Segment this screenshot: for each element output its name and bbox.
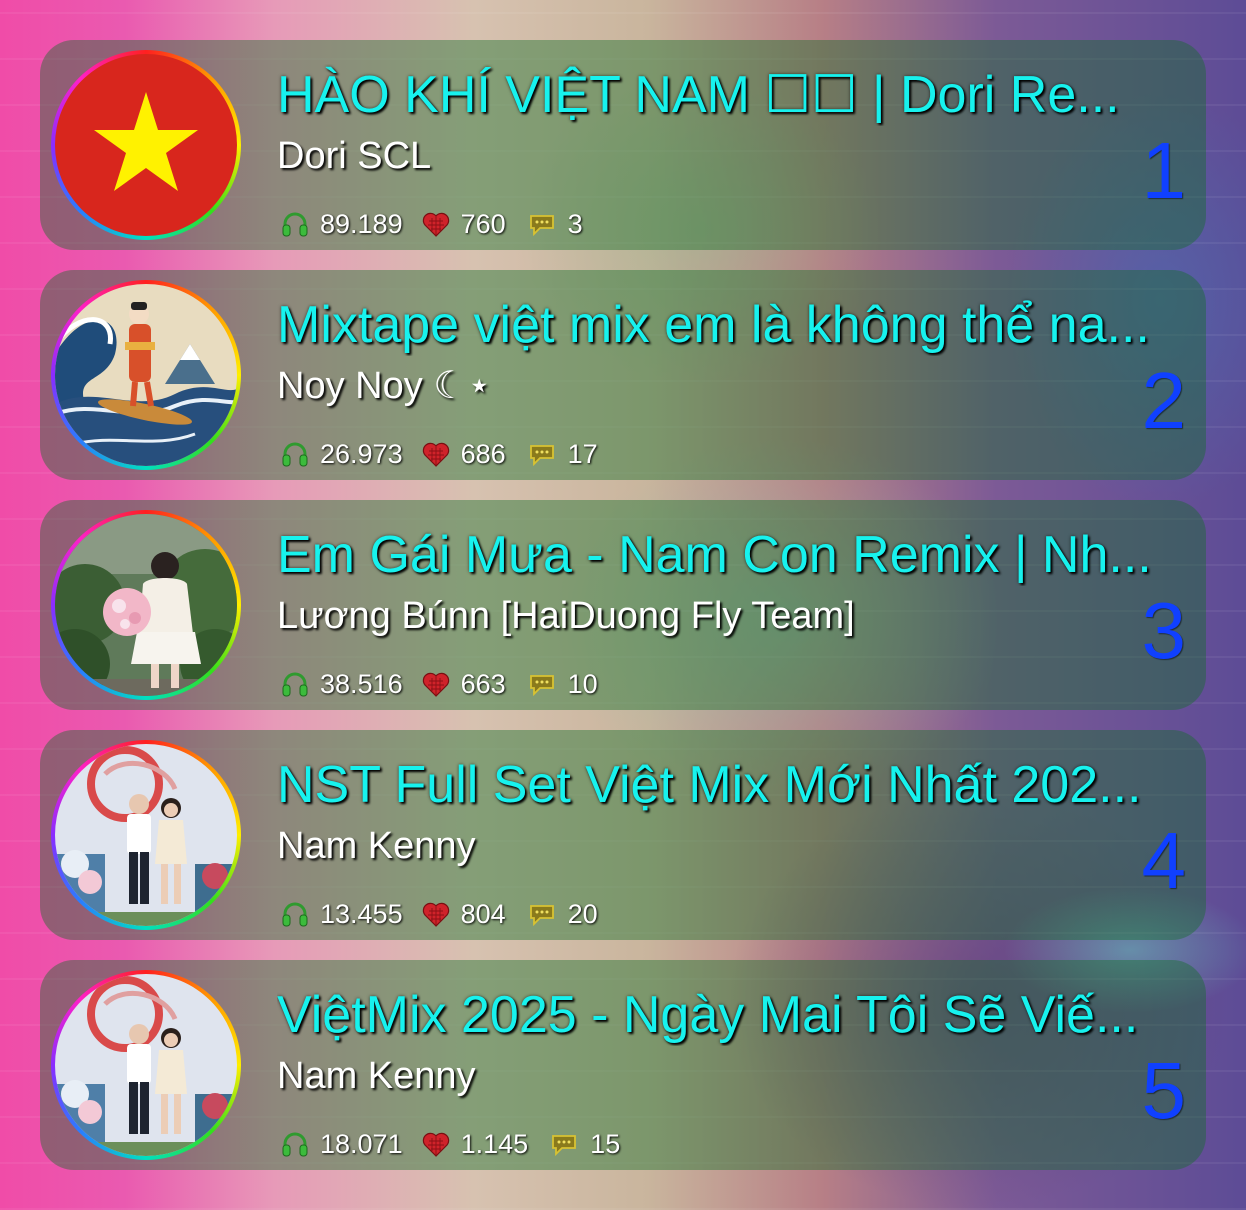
speech-bubble-icon [529, 445, 554, 467]
avatar-ring [51, 510, 241, 700]
heart-icon [422, 442, 449, 467]
speech-bubble-icon [529, 675, 554, 697]
comments-stat[interactable]: 10 [528, 669, 598, 700]
track-artist[interactable]: Noy Noy ☾⋆ [277, 364, 491, 408]
comments-count: 17 [567, 438, 598, 469]
comments-stat[interactable]: 17 [528, 439, 598, 470]
plays-stat: 89.189 [280, 209, 403, 240]
track-artist[interactable]: Nam Kenny [277, 1054, 476, 1098]
girl-with-bouquet-image [55, 514, 237, 696]
plays-count: 18.071 [320, 1128, 403, 1159]
heart-icon [422, 672, 449, 697]
speech-bubble-icon [529, 215, 554, 237]
headphones-icon [282, 1132, 308, 1157]
heart-icon [422, 212, 449, 237]
track-rank: 1 [1141, 126, 1187, 215]
likes-stat[interactable]: 804 [421, 899, 506, 930]
speech-bubble-icon [529, 905, 554, 927]
plays-count: 38.516 [320, 668, 403, 699]
track-artist[interactable]: Lương Búnn [HaiDuong Fly Team] [277, 594, 855, 638]
headphones-icon [282, 212, 308, 237]
track-stats: 89.189 760 3 [280, 206, 583, 242]
likes-count: 804 [460, 898, 506, 929]
headphones-icon [282, 442, 308, 467]
vietnam-flag-icon [55, 54, 237, 236]
track-stats: 38.516 663 10 [280, 666, 598, 702]
avatar[interactable] [55, 54, 237, 236]
likes-stat[interactable]: 1.145 [421, 1128, 529, 1160]
likes-count: 760 [460, 208, 506, 239]
comments-count: 15 [590, 1128, 621, 1159]
plays-stat: 18.071 [280, 1129, 403, 1160]
likes-count: 686 [460, 438, 506, 469]
avatar[interactable] [55, 744, 237, 926]
track-card[interactable]: HÀO KHÍ VIỆT NAM ☐☐ | Dori Re... Dori SC… [40, 40, 1206, 250]
comments-count: 3 [567, 208, 583, 239]
headphones-icon [282, 672, 308, 697]
heart-icon [422, 1132, 449, 1157]
likes-stat[interactable]: 663 [421, 669, 506, 700]
track-title[interactable]: ViệtMix 2025 - Ngày Mai Tôi Sẽ Viế... [277, 984, 1206, 1046]
comments-stat[interactable]: 20 [528, 899, 598, 930]
track-title[interactable]: Em Gái Mưa - Nam Con Remix | Nh... [277, 524, 1206, 586]
plays-count: 13.455 [320, 898, 403, 929]
plays-count: 26.973 [320, 438, 403, 469]
plays-stat: 38.516 [280, 669, 403, 700]
track-card[interactable]: NST Full Set Việt Mix Mới Nhất 202... Na… [40, 730, 1206, 940]
comments-stat[interactable]: 3 [528, 209, 583, 240]
track-stats: 13.455 804 20 [280, 896, 598, 932]
track-rank: 3 [1141, 586, 1187, 675]
likes-count: 1.145 [460, 1128, 529, 1159]
heart-icon [422, 902, 449, 927]
track-rank: 4 [1141, 816, 1187, 905]
plays-count: 89.189 [320, 208, 403, 239]
track-rank: 2 [1141, 356, 1187, 445]
track-title[interactable]: Mixtape việt mix em là không thể na... [277, 294, 1206, 356]
track-card[interactable]: ViệtMix 2025 - Ngày Mai Tôi Sẽ Viế... Na… [40, 960, 1206, 1170]
likes-count: 663 [460, 668, 506, 699]
track-title[interactable]: NST Full Set Việt Mix Mới Nhất 202... [277, 754, 1206, 816]
plays-stat: 13.455 [280, 899, 403, 930]
track-stats: 18.071 1.145 15 [280, 1126, 620, 1162]
track-card[interactable]: Mixtape việt mix em là không thể na... N… [40, 270, 1206, 480]
comments-count: 20 [567, 898, 598, 929]
track-list: HÀO KHÍ VIỆT NAM ☐☐ | Dori Re... Dori SC… [40, 40, 1206, 1190]
comments-stat[interactable]: 15 [550, 1129, 620, 1160]
great-wave-surfer-image [55, 284, 237, 466]
track-artist[interactable]: Nam Kenny [277, 824, 476, 868]
avatar[interactable] [55, 514, 237, 696]
avatar-ring [51, 50, 241, 240]
likes-stat[interactable]: 686 [421, 439, 506, 470]
track-card[interactable]: Em Gái Mưa - Nam Con Remix | Nh... Lương… [40, 500, 1206, 710]
track-stats: 26.973 686 17 [280, 436, 598, 472]
likes-stat[interactable]: 760 [421, 209, 506, 240]
track-rank: 5 [1141, 1046, 1187, 1135]
couple-photo-image [55, 974, 237, 1156]
comments-count: 10 [567, 668, 598, 699]
track-title[interactable]: HÀO KHÍ VIỆT NAM ☐☐ | Dori Re... [277, 64, 1206, 126]
avatar-ring [51, 970, 241, 1160]
speech-bubble-icon [552, 1135, 577, 1157]
headphones-icon [282, 902, 308, 927]
avatar[interactable] [55, 974, 237, 1156]
avatar[interactable] [55, 284, 237, 466]
couple-photo-image [55, 744, 237, 926]
track-artist[interactable]: Dori SCL [277, 134, 431, 178]
avatar-ring [51, 740, 241, 930]
plays-stat: 26.973 [280, 439, 403, 470]
avatar-ring [51, 280, 241, 470]
